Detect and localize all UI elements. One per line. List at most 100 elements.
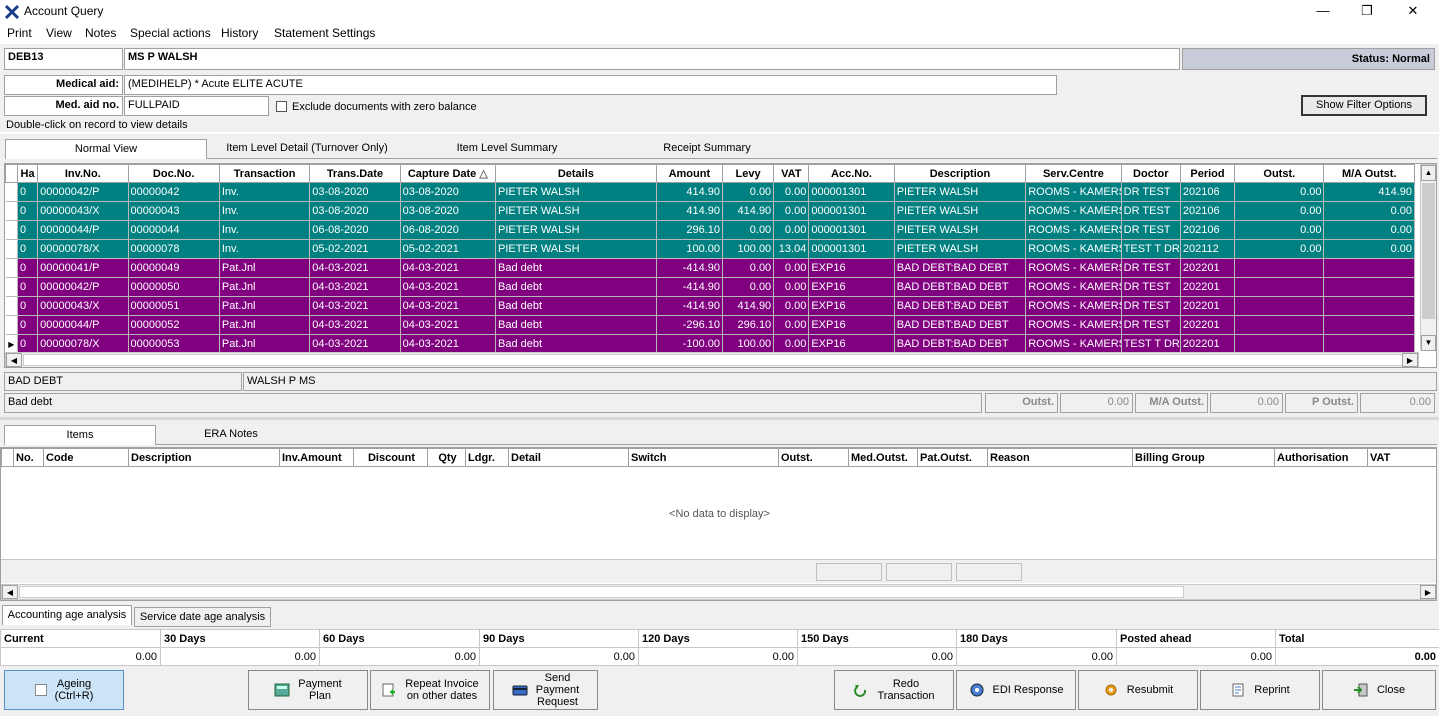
items-col-detail[interactable]: Detail [508,448,629,467]
col-inv-no[interactable]: Inv.No. [37,164,129,183]
items-scroll-right-button[interactable]: ▶ [1420,585,1436,599]
col-description[interactable]: Description [893,164,1027,183]
table-cell: 00000042 [128,182,220,202]
items-col-code[interactable]: Code [43,448,129,467]
menu-view[interactable]: View [46,26,72,40]
col-outst[interactable]: Outst. [1234,164,1325,183]
col-capture-date[interactable]: Capture Date △ [399,164,497,183]
tab-item-level-detail[interactable]: Item Level Detail (Turnover Only) [207,139,407,159]
col-acc-no[interactable]: Acc.No. [808,164,895,183]
row-indicator[interactable] [5,201,19,221]
close-window-button[interactable]: ✕ [1390,0,1436,24]
col-ha[interactable]: Ha [17,164,39,183]
col-serv-centre[interactable]: Serv.Centre [1025,164,1122,183]
menu-special-actions[interactable]: Special actions [130,26,211,40]
scroll-up-button[interactable]: ▲ [1421,165,1436,181]
row-indicator[interactable]: ▶ [5,334,19,354]
resubmit-button[interactable]: Resubmit [1078,670,1198,710]
items-col-inv-amount[interactable]: Inv.Amount [279,448,354,467]
scroll-down-button[interactable]: ▼ [1421,335,1436,351]
table-row[interactable]: 0 00000043/X 00000051 Pat.Jnl 04-03-2021 04-0… [5,296,1415,316]
table-row[interactable]: 0 00000041/P 00000049 Pat.Jnl 04-03-2021 04-0… [5,258,1415,278]
row-indicator[interactable] [5,296,19,316]
tab-service-date-age[interactable]: Service date age analysis [134,607,271,627]
items-scroll-left-button[interactable]: ◀ [2,585,18,599]
items-col-pat-outst[interactable]: Pat.Outst. [917,448,988,467]
table-cell: Pat.Jnl [219,277,311,297]
items-col-vat[interactable]: VAT [1367,448,1436,467]
row-indicator[interactable] [5,239,19,259]
edi-response-button[interactable]: EDI Response [956,670,1076,710]
tab-normal-view[interactable]: Normal View [5,139,207,159]
items-col-reason[interactable]: Reason [987,448,1133,467]
items-col-discount[interactable]: Discount [353,448,428,467]
menu-statement-settings[interactable]: Statement Settings [274,26,375,40]
tab-items[interactable]: Items [4,425,156,445]
items-col-outst[interactable]: Outst. [778,448,849,467]
table-cell: Pat.Jnl [219,258,311,278]
send-payment-request-button[interactable]: Send Payment Request [493,670,598,710]
minimize-button[interactable]: — [1300,0,1346,24]
table-row[interactable]: 0 00000044/P 00000044 Inv. 06-08-2020 06-08-2… [5,220,1415,240]
tab-era-notes[interactable]: ERA Notes [156,425,306,445]
table-row[interactable]: 0 00000078/X 00000078 Inv. 05-02-2021 05-02-2… [5,239,1415,259]
row-indicator[interactable] [5,277,19,297]
hscroll-thumb[interactable] [23,354,1403,366]
col-transaction[interactable]: Transaction [218,164,311,183]
exclude-zero-checkbox[interactable] [276,101,287,112]
menu-history[interactable]: History [221,26,258,40]
scroll-left-button[interactable]: ◀ [6,353,22,367]
close-button[interactable]: Close [1322,670,1436,710]
show-filter-options-button[interactable]: Show Filter Options [1301,95,1427,116]
table-row[interactable]: 0 00000042/P 00000042 Inv. 03-08-2020 03-08-2… [5,182,1415,202]
splitter[interactable] [0,417,1439,420]
col-details[interactable]: Details [495,164,657,183]
menu-print[interactable]: Print [7,26,32,40]
close-button-label: Close [1376,684,1406,696]
items-col-no[interactable]: No. [13,448,44,467]
row-indicator[interactable] [5,258,19,278]
items-hscroll-thumb[interactable] [19,586,1184,598]
col-ma-outst[interactable]: M/A Outst. [1323,164,1415,183]
col-vat[interactable]: VAT [773,164,810,183]
col-levy[interactable]: Levy [721,164,775,183]
tab-item-level-summary[interactable]: Item Level Summary [407,139,607,159]
grid-horizontal-scrollbar[interactable]: ◀ ▶ [5,352,1419,367]
tab-receipt-summary[interactable]: Receipt Summary [607,139,807,159]
col-period[interactable]: Period [1179,164,1236,183]
col-trans-date[interactable]: Trans.Date [309,164,401,183]
items-col-billing-group[interactable]: Billing Group [1132,448,1275,467]
scroll-thumb[interactable] [1422,183,1435,319]
table-row[interactable]: 0 00000044/P 00000052 Pat.Jnl 04-03-2021 04-0… [5,315,1415,335]
repeat-invoice-button-label: Repeat Invoice on other dates [405,678,479,702]
tab-accounting-age[interactable]: Accounting age analysis [2,605,132,625]
row-indicator[interactable] [5,182,19,202]
items-col-med-outst[interactable]: Med.Outst. [848,448,918,467]
repeat-invoice-button[interactable]: Repeat Invoice on other dates [370,670,490,710]
items-col-description[interactable]: Description [128,448,280,467]
table-cell: 0.00 [1323,201,1415,221]
table-row[interactable]: 0 00000042/P 00000050 Pat.Jnl 04-03-2021 04-0… [5,277,1415,297]
ageing-button[interactable]: Ageing (Ctrl+R) [4,670,124,710]
table-row[interactable]: ▶ 0 00000078/X 00000053 Pat.Jnl 04-03-2021 04-… [5,334,1415,354]
col-doc-no[interactable]: Doc.No. [127,164,220,183]
redo-transaction-button[interactable]: Redo Transaction [834,670,954,710]
items-col-authorisation[interactable]: Authorisation [1274,448,1368,467]
items-horizontal-scrollbar[interactable]: ◀ ▶ [1,584,1436,600]
grid-vertical-scrollbar[interactable]: ▲ ▼ [1420,164,1436,351]
menu-notes[interactable]: Notes [85,26,116,40]
payment-plan-button[interactable]: Payment Plan [248,670,368,710]
items-col-ldgr[interactable]: Ldgr. [465,448,509,467]
reprint-button[interactable]: Reprint [1200,670,1320,710]
medical-aid-field[interactable]: (MEDIHELP) * Acute ELITE ACUTE [124,75,1057,95]
restore-button[interactable]: ❐ [1344,0,1390,24]
items-col-qty[interactable]: Qty [427,448,466,467]
col-amount[interactable]: Amount [655,164,723,183]
row-indicator[interactable] [5,315,19,335]
med-aid-no-field[interactable]: FULLPAID [124,96,269,116]
col-doctor[interactable]: Doctor [1120,164,1181,183]
items-col-switch[interactable]: Switch [628,448,779,467]
row-indicator[interactable] [5,220,19,240]
scroll-right-button[interactable]: ▶ [1402,353,1418,367]
table-row[interactable]: 0 00000043/X 00000043 Inv. 03-08-2020 03-08-2… [5,201,1415,221]
